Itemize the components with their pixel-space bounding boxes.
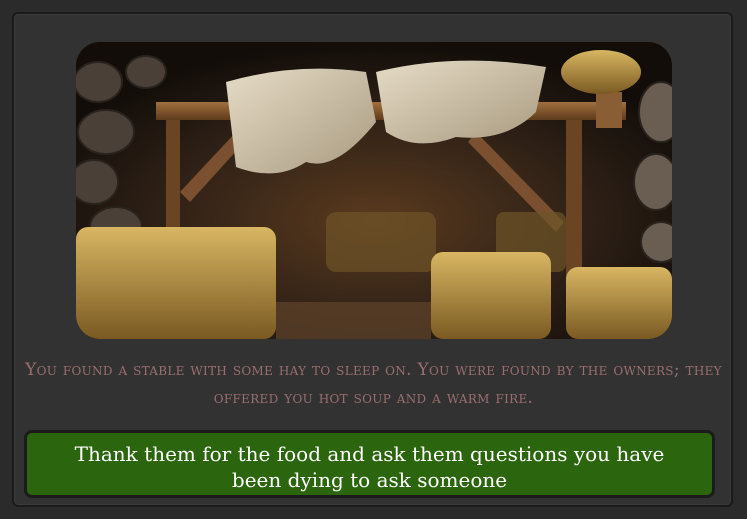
scene-illustration	[76, 42, 672, 339]
stable-image	[76, 42, 672, 339]
narration-text: You found a stable with some hay to slee…	[25, 360, 722, 408]
choice-button[interactable]: Thank them for the food and ask them que…	[24, 430, 715, 498]
